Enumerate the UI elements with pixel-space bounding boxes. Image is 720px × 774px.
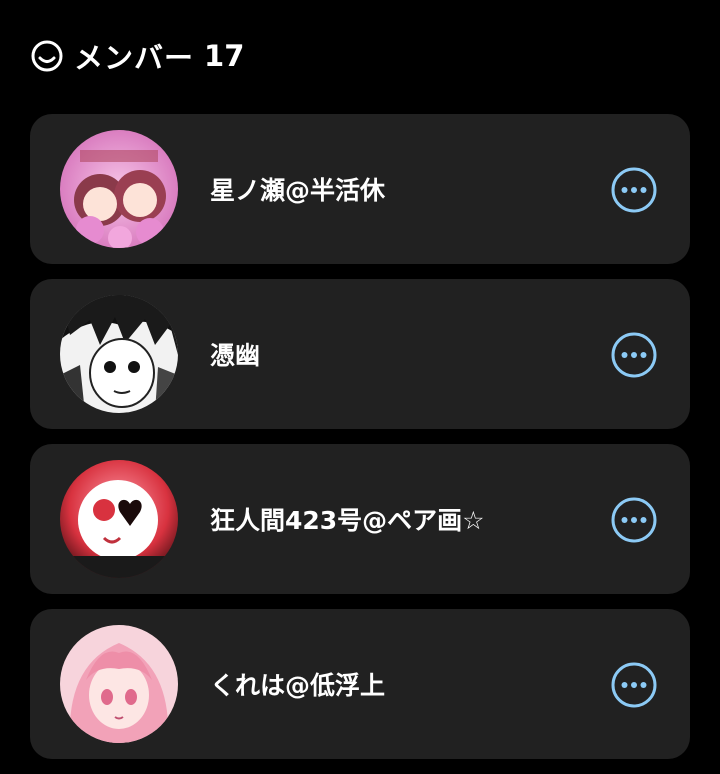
member-card[interactable]: 憑幽 <box>30 279 690 429</box>
smile-icon <box>30 39 64 73</box>
member-card[interactable]: 星ノ瀬@半活休 <box>30 114 690 264</box>
member-list: 星ノ瀬@半活休 憑幽 狂人間423号@ペア画☆ くれは@低浮上 <box>30 114 690 774</box>
member-name: 星ノ瀬@半活休 <box>210 176 386 205</box>
member-card[interactable]: くれは@低浮上 <box>30 609 690 759</box>
members-count: 17 <box>204 39 245 73</box>
more-options-icon[interactable] <box>610 331 658 379</box>
member-name: くれは@低浮上 <box>210 671 386 700</box>
member-avatar[interactable] <box>60 295 178 413</box>
member-name: 狂人間423号@ペア画☆ <box>210 506 485 535</box>
member-name: 憑幽 <box>210 341 261 370</box>
members-title: メンバー <box>74 41 195 75</box>
more-options-icon[interactable] <box>610 166 658 214</box>
more-options-icon[interactable] <box>610 496 658 544</box>
member-avatar[interactable] <box>60 460 178 578</box>
member-avatar[interactable] <box>60 130 178 248</box>
more-options-icon[interactable] <box>610 661 658 709</box>
member-avatar[interactable] <box>60 625 178 743</box>
member-card[interactable]: 狂人間423号@ペア画☆ <box>30 444 690 594</box>
members-header: メンバー 17 <box>30 36 244 76</box>
